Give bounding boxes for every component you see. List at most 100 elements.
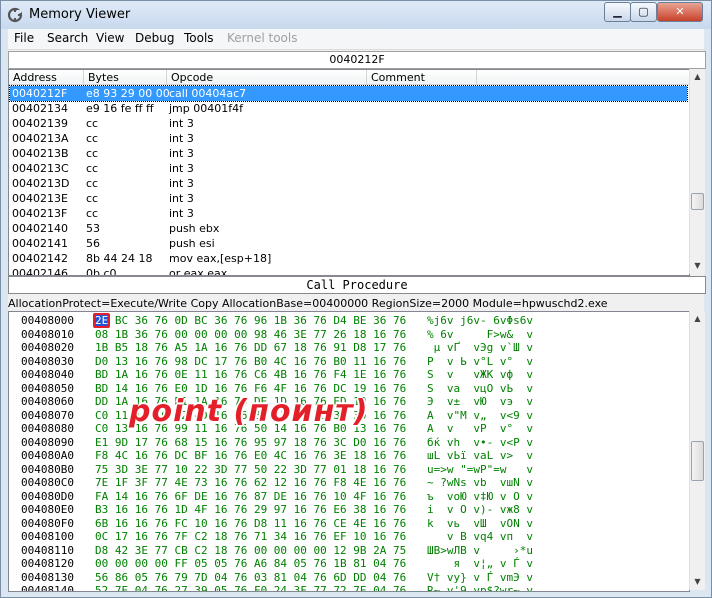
- hex-row[interactable]: 00408040 BD 1A 16 76 0E 11 16 76 C6 4B 16…: [9, 368, 689, 382]
- hex-row[interactable]: 004080B0 75 3D 3E 77 10 22 3D 77 50 22 3D…: [9, 463, 689, 477]
- window-title: Memory Viewer: [29, 7, 131, 22]
- disasm-bytes: cc: [86, 177, 99, 190]
- hex-row[interactable]: 00408010 08 1B 36 76 00 00 00 00 98 46 3E…: [9, 328, 689, 342]
- disassembler-view[interactable]: Address Bytes Opcode Comment 0040212F e8 …: [8, 69, 690, 276]
- disasm-row[interactable]: 00402141 56 push esi: [10, 236, 687, 251]
- disasm-row[interactable]: 00402146 0b c0 or eax,eax: [10, 266, 687, 276]
- hex-scroll-down-arrow-icon[interactable]: ▼: [691, 575, 704, 588]
- hex-row[interactable]: 00408110 D8 42 3E 77 CB C2 18 76 00 00 00…: [9, 544, 689, 558]
- disasm-row[interactable]: 0040213F cc int 3: [10, 206, 687, 221]
- hex-row-bytes: 52 7E 04 76 27 39 05 76 F0 24 3F 77 72 7…: [95, 584, 407, 592]
- hex-row[interactable]: 00408020 1B B5 18 76 A5 1A 16 76 DD 67 18…: [9, 341, 689, 355]
- column-opcode[interactable]: Opcode: [167, 70, 367, 85]
- hex-row[interactable]: 00408120 00 00 00 00 FF 05 05 76 A6 84 05…: [9, 557, 689, 571]
- disasm-opcode: int 3: [169, 177, 194, 190]
- hex-row[interactable]: 004080E0 B3 16 16 76 1D 4F 16 76 29 97 16…: [9, 503, 689, 517]
- maximize-button[interactable]: ▢: [630, 2, 657, 22]
- current-address-bar[interactable]: 0040212F: [8, 51, 706, 69]
- disasm-row[interactable]: 00402139 cc int 3: [10, 116, 687, 131]
- hex-scroll-thumb[interactable]: [691, 441, 704, 481]
- disasm-row[interactable]: 00402142 8b 44 24 18 mov eax,[esp+18]: [10, 251, 687, 266]
- disasm-bytes: cc: [86, 192, 99, 205]
- hex-row-ascii: ШB>wЛВ v ›*u: [427, 543, 533, 557]
- hex-row[interactable]: 00408050 BD 14 16 76 E0 1D 16 76 F6 4F 16…: [9, 382, 689, 396]
- disasm-bytes: e9 16 fe ff ff: [86, 102, 154, 115]
- column-comment[interactable]: Comment: [367, 70, 477, 85]
- disasm-opcode: jmp 00401f4f: [169, 102, 243, 115]
- hex-row[interactable]: 004080A0 F8 4C 16 76 DC BF 16 76 E0 4C 16…: [9, 449, 689, 463]
- scroll-up-arrow-icon[interactable]: ▲: [691, 70, 704, 83]
- disassembler-scrollbar[interactable]: ▲ ▼: [689, 69, 705, 274]
- hex-row-address: 00408080: [21, 422, 74, 435]
- hex-row-address: 00408140: [21, 584, 74, 592]
- disasm-row[interactable]: 0040213A cc int 3: [10, 131, 687, 146]
- hex-row-bytes: F8 4C 16 76 DC BF 16 76 E0 4C 16 76 3E 1…: [95, 449, 407, 462]
- hex-row-bytes: 6B 16 16 76 FC 10 16 76 D8 11 16 76 CE 4…: [95, 516, 407, 530]
- hex-row[interactable]: 00408100 0C 17 16 76 7F C2 18 76 71 34 16…: [9, 530, 689, 544]
- disasm-row[interactable]: 0040213D cc int 3: [10, 176, 687, 191]
- disasm-address: 00402141: [12, 237, 68, 250]
- close-button[interactable]: ✕: [657, 2, 703, 22]
- hex-row-ascii: ъ voЮ v‡Ю v O v: [427, 489, 533, 503]
- disasm-bytes: 53: [86, 222, 100, 235]
- hex-row[interactable]: 00408000 BC 36 76 0D BC 36 76 96 1B 36 7…: [9, 314, 689, 328]
- watermark-text: point (поинт): [129, 394, 369, 429]
- hex-row-bytes: D8 42 3E 77 CB C2 18 76 00 00 00 00 12 9…: [95, 543, 407, 557]
- hex-row[interactable]: 00408090 E1 9D 17 76 68 15 16 76 95 97 18…: [9, 436, 689, 450]
- disasm-row[interactable]: 0040213C cc int 3: [10, 161, 687, 176]
- hex-row-address: 004080B0: [21, 462, 74, 476]
- menu-view[interactable]: View: [96, 31, 124, 45]
- title-bar[interactable]: Memory Viewer ▁ ▢ ✕: [1, 1, 711, 29]
- menu-tools[interactable]: Tools: [184, 31, 214, 45]
- disasm-opcode: int 3: [169, 207, 194, 220]
- hex-row-address: 00408130: [21, 570, 74, 584]
- hex-row-bytes: 1B B5 18 76 A5 1A 16 76 DD 67 18 76 91 D…: [95, 341, 407, 354]
- hex-row[interactable]: 004080D0 FA 14 16 76 6F DE 16 76 87 DE 16…: [9, 490, 689, 504]
- hex-row-ascii: Р v Ь v°L v° v: [427, 354, 533, 368]
- hex-row-ascii: Э v± vЮ vэ v: [427, 395, 533, 408]
- disasm-row[interactable]: 00402134 e9 16 fe ff ff jmp 00401f4f: [10, 101, 687, 116]
- hex-row[interactable]: 00408140 52 7E 04 76 27 39 05 76 F0 24 3F…: [9, 584, 689, 592]
- disasm-address: 00402146: [12, 267, 68, 276]
- column-address[interactable]: Address: [9, 70, 84, 85]
- disasm-row[interactable]: 0040213E cc int 3: [10, 191, 687, 206]
- hex-row[interactable]: 00408130 56 86 05 76 79 7D 04 76 03 81 04…: [9, 571, 689, 585]
- hex-row-ascii: бќ vh v•- v<Р v: [427, 435, 533, 449]
- disasm-address: 0040213A: [12, 132, 69, 145]
- memory-region-info: AllocationProtect=Execute/Write Copy All…: [8, 297, 608, 310]
- disasm-address: 00402134: [12, 102, 68, 115]
- hex-row[interactable]: 004080C0 7E 1F 3F 77 4E 73 16 76 62 12 16…: [9, 476, 689, 490]
- disasm-bytes: 8b 44 24 18: [86, 252, 153, 265]
- hex-row[interactable]: 004080F0 6B 16 16 76 FC 10 16 76 D8 11 16…: [9, 517, 689, 531]
- scroll-thumb[interactable]: [691, 193, 704, 210]
- menu-debug[interactable]: Debug: [135, 31, 174, 45]
- disasm-row[interactable]: 0040213B cc int 3: [10, 146, 687, 161]
- scroll-down-arrow-icon[interactable]: ▼: [691, 259, 704, 272]
- hex-row-address: 00408090: [21, 435, 74, 449]
- disasm-row[interactable]: 0040212F e8 93 29 00 00 call 00404ac7: [9, 85, 688, 102]
- disasm-bytes: 56: [86, 237, 100, 250]
- menu-bar: File Search View Debug Tools Kernel tool…: [8, 29, 704, 50]
- hex-row-bytes: 7E 1F 3F 77 4E 73 16 76 62 12 16 76 F8 4…: [95, 476, 407, 489]
- hex-row-bytes: B3 16 16 76 1D 4F 16 76 29 97 16 76 E6 3…: [95, 503, 407, 516]
- hex-row-ascii: А v"M v„ v<9 v: [427, 408, 533, 422]
- hex-view[interactable]: 00408000 BC 36 76 0D BC 36 76 96 1B 36 7…: [8, 311, 690, 592]
- hex-row[interactable]: 00408030 D0 13 16 76 98 DC 17 76 B0 4C 16…: [9, 355, 689, 369]
- disasm-row[interactable]: 00402140 53 push ebx: [10, 221, 687, 236]
- hex-row-bytes: FA 14 16 76 6F DE 16 76 87 DE 16 76 10 4…: [95, 489, 407, 503]
- hex-row-ascii: v В vq4 vп v: [427, 530, 533, 543]
- hex-row-bytes: BD 1A 16 76 0E 11 16 76 C6 4B 16 76 F4 1…: [95, 368, 407, 381]
- disasm-opcode: mov eax,[esp+18]: [169, 252, 272, 265]
- disasm-bytes: 0b c0: [86, 267, 117, 276]
- hex-scrollbar[interactable]: ▲ ▼: [689, 311, 705, 590]
- cheat-engine-icon: [7, 7, 23, 23]
- hex-scroll-up-arrow-icon[interactable]: ▲: [691, 312, 704, 325]
- column-bytes[interactable]: Bytes: [84, 70, 167, 85]
- disasm-address: 0040212F: [12, 87, 68, 100]
- hex-row-address: 00408100: [21, 530, 74, 543]
- menu-file[interactable]: File: [14, 31, 34, 45]
- minimize-button[interactable]: ▁: [604, 2, 631, 22]
- disasm-bytes: cc: [86, 117, 99, 130]
- menu-search[interactable]: Search: [47, 31, 88, 45]
- disasm-opcode: int 3: [169, 117, 194, 130]
